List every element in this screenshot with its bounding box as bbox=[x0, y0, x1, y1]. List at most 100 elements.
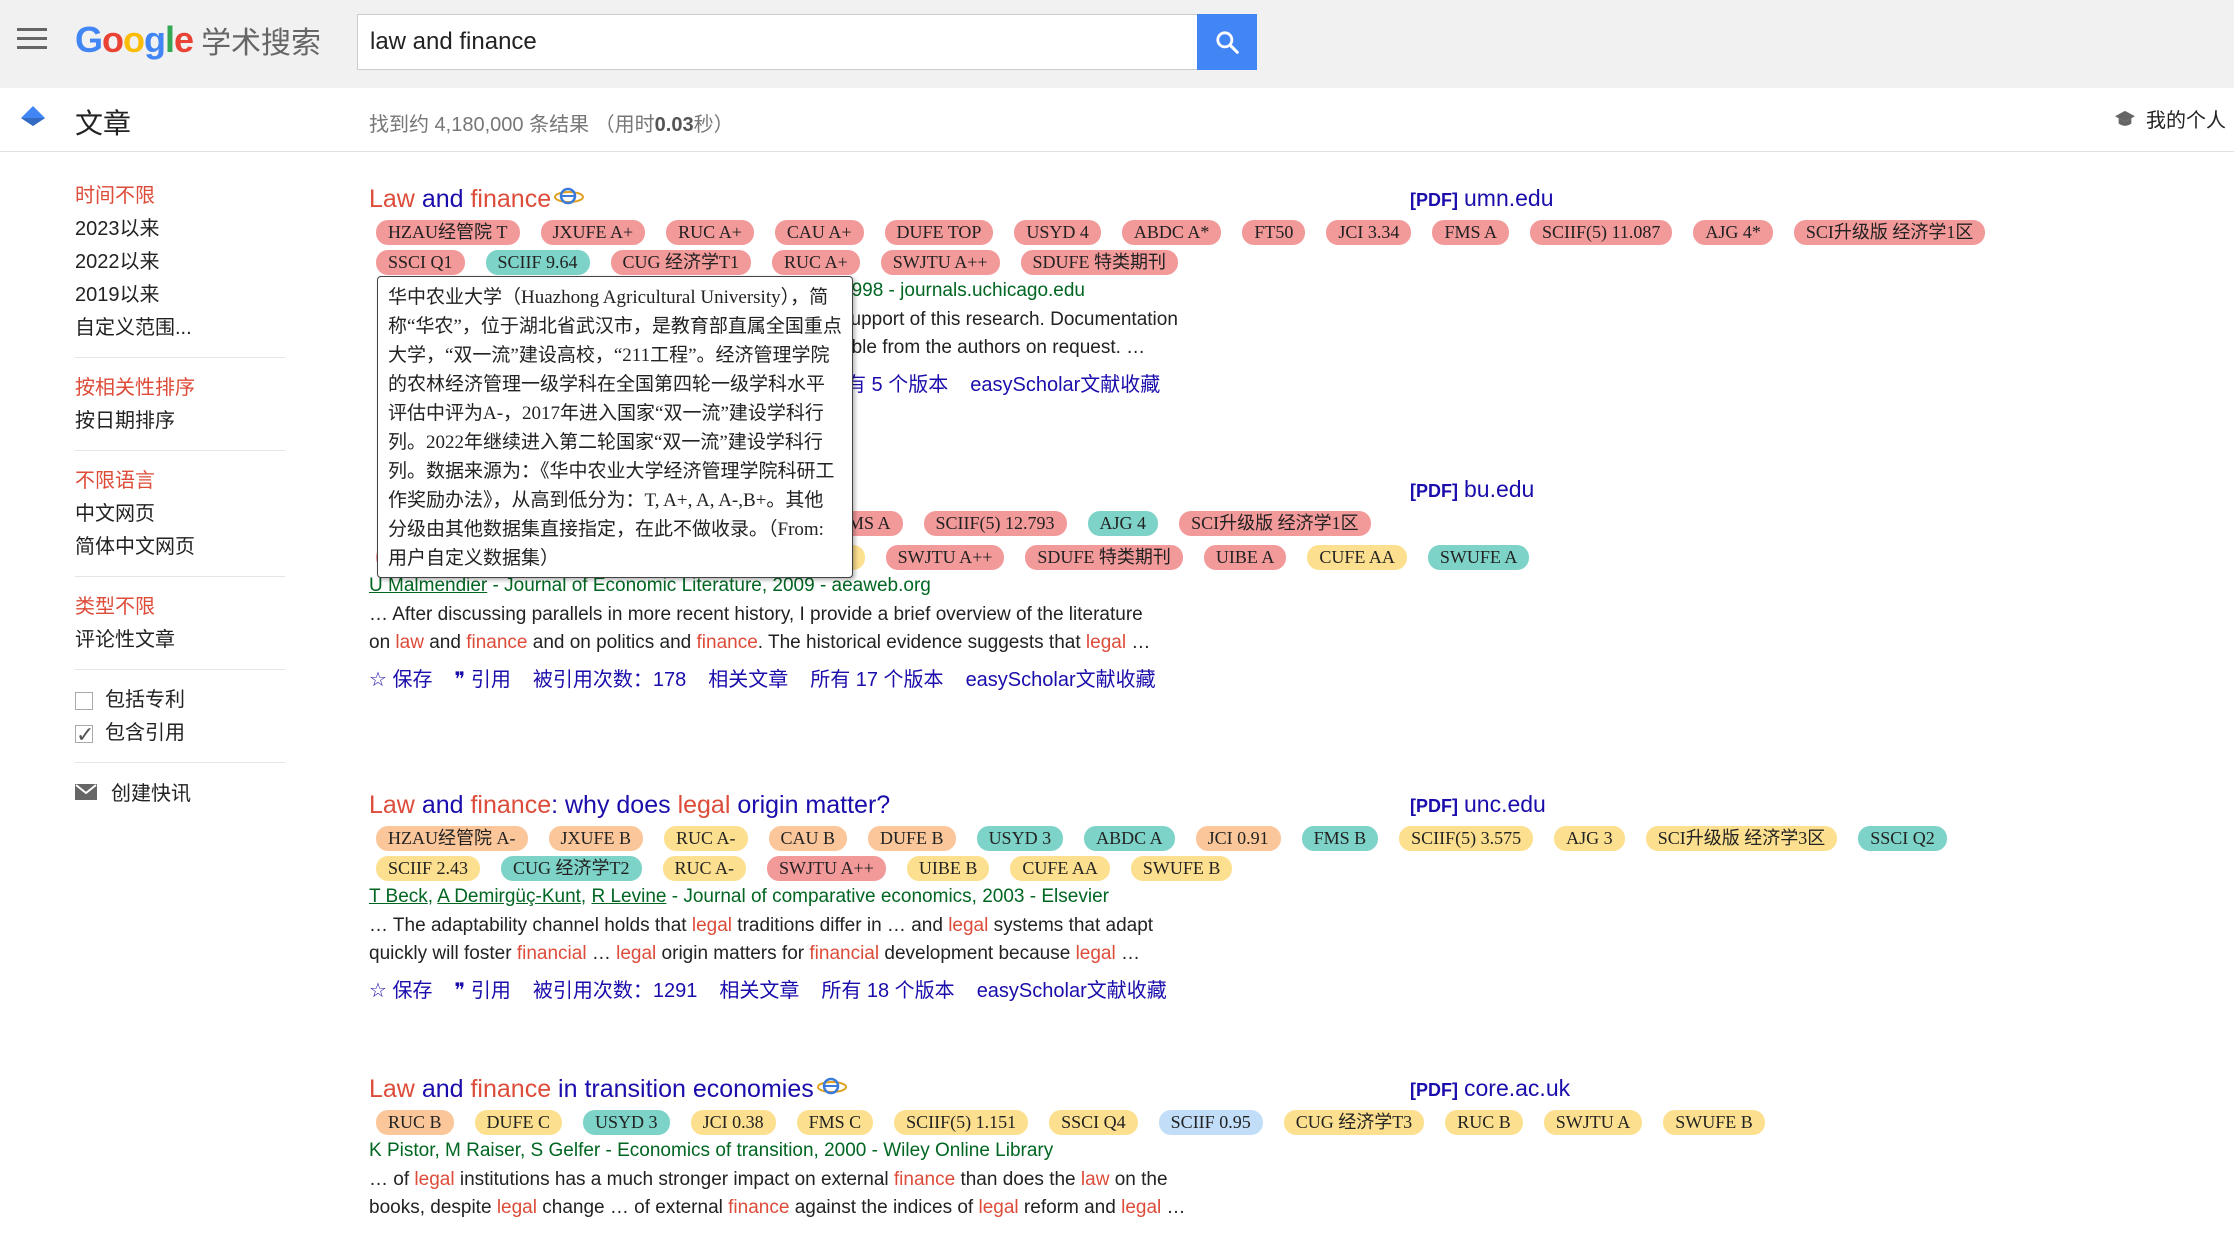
search-button[interactable] bbox=[1197, 14, 1257, 70]
ranking-tag[interactable]: USYD 4 bbox=[1014, 220, 1101, 245]
all-versions-link[interactable]: 所有 18 个版本 bbox=[821, 974, 954, 1003]
ranking-tag[interactable]: USYD 3 bbox=[976, 826, 1064, 851]
filter-any-time[interactable]: 时间不限 bbox=[75, 180, 285, 213]
ranking-tag[interactable]: SSCI Q2 bbox=[1858, 826, 1947, 851]
filter-custom-range[interactable]: 自定义范围... bbox=[75, 312, 285, 345]
ranking-tag[interactable]: RUC A+ bbox=[666, 220, 754, 245]
ranking-tag[interactable]: FMS A bbox=[1432, 220, 1509, 245]
filter-since-2019[interactable]: 2019以来 bbox=[75, 279, 285, 312]
ranking-tag[interactable]: RUC B bbox=[376, 1110, 454, 1135]
lang-simplified-chinese[interactable]: 简体中文网页 bbox=[75, 531, 285, 564]
ranking-tag[interactable]: SCI升级版 经济学1区 bbox=[1179, 511, 1371, 536]
ranking-tag[interactable]: JXUFE B bbox=[548, 826, 644, 851]
ranking-tag[interactable]: HZAU经管院 T bbox=[376, 220, 520, 245]
sort-by-relevance[interactable]: 按相关性排序 bbox=[75, 372, 285, 405]
easyscholar-collect-link[interactable]: easyScholar文献收藏 bbox=[970, 368, 1160, 397]
ranking-tag[interactable]: AJG 4* bbox=[1693, 220, 1773, 245]
ranking-tag[interactable]: CUG 经济学T2 bbox=[501, 856, 642, 881]
ranking-tag[interactable]: CUG 经济学T1 bbox=[610, 250, 752, 275]
ranking-tag[interactable]: JCI 0.38 bbox=[690, 1110, 776, 1135]
result-title-link[interactable]: Law and finance bbox=[369, 185, 2069, 214]
author-link[interactable]: A Demirgüç-Kunt bbox=[437, 886, 581, 907]
ranking-tag[interactable]: RUC A+ bbox=[772, 250, 860, 275]
ranking-tag[interactable]: RUC A- bbox=[662, 856, 747, 881]
cite-link[interactable]: ❞ 引用 bbox=[455, 663, 511, 692]
pdf-link[interactable]: [PDF] bu.edu bbox=[1410, 476, 1534, 503]
include-citations-checkbox[interactable]: 包含引用 bbox=[75, 717, 285, 751]
lang-any[interactable]: 不限语言 bbox=[75, 465, 285, 498]
ranking-tag[interactable]: CUFE AA bbox=[1010, 856, 1110, 881]
author-link[interactable]: U Malmendier bbox=[369, 575, 487, 596]
ranking-tag[interactable]: SCI升级版 经济学1区 bbox=[1793, 220, 1986, 245]
ranking-tag[interactable]: USYD 3 bbox=[583, 1110, 670, 1135]
filter-since-2023[interactable]: 2023以来 bbox=[75, 213, 285, 246]
type-review-articles[interactable]: 评论性文章 bbox=[75, 624, 285, 657]
sort-by-date[interactable]: 按日期排序 bbox=[75, 405, 285, 438]
ranking-tag[interactable]: RUC B bbox=[1445, 1110, 1523, 1135]
result-title-link[interactable]: Law and finance in transition economies bbox=[369, 1075, 2069, 1104]
cite-link[interactable]: ❞ 引用 bbox=[455, 974, 511, 1003]
ranking-tag[interactable]: SWUFE B bbox=[1663, 1110, 1765, 1135]
ranking-tag[interactable]: SSCI Q4 bbox=[1049, 1110, 1138, 1135]
author-link[interactable]: T Beck bbox=[369, 886, 428, 907]
pdf-link[interactable]: [PDF] unc.edu bbox=[1410, 791, 1546, 818]
ranking-tag[interactable]: RUC A- bbox=[664, 826, 748, 851]
ranking-tag[interactable]: CAU A+ bbox=[774, 220, 864, 245]
save-link[interactable]: ☆ 保存 bbox=[369, 974, 433, 1003]
ranking-tag[interactable]: SCIIF 0.95 bbox=[1158, 1110, 1263, 1135]
ranking-tag[interactable]: SDUFE 特类期刊 bbox=[1025, 545, 1183, 570]
cited-by-link[interactable]: 被引用次数：178 bbox=[533, 663, 686, 692]
my-profile-link[interactable]: 我的个人 bbox=[2114, 104, 2226, 133]
ranking-tag[interactable]: SWUFE B bbox=[1130, 856, 1233, 881]
ranking-tag[interactable]: JXUFE A+ bbox=[540, 220, 646, 245]
ranking-tag[interactable]: SWJTU A++ bbox=[880, 250, 1000, 275]
ranking-tag[interactable]: CUG 经济学T3 bbox=[1283, 1110, 1425, 1135]
ranking-tag[interactable]: FMS C bbox=[796, 1110, 874, 1135]
ranking-tag[interactable]: SWJTU A++ bbox=[767, 856, 886, 881]
lang-chinese-pages[interactable]: 中文网页 bbox=[75, 498, 285, 531]
ranking-tag[interactable]: SCIIF 9.64 bbox=[485, 250, 590, 275]
ranking-tag[interactable]: SCIIF(5) 12.793 bbox=[923, 511, 1067, 536]
ranking-tag[interactable]: JCI 0.91 bbox=[1195, 826, 1281, 851]
ranking-tag[interactable]: FMS B bbox=[1301, 826, 1379, 851]
ranking-tag[interactable]: JCI 3.34 bbox=[1326, 220, 1412, 245]
all-versions-link[interactable]: 所有 17 个版本 bbox=[810, 663, 943, 692]
checkbox-unchecked[interactable] bbox=[75, 691, 93, 710]
pdf-link[interactable]: [PDF] umn.edu bbox=[1410, 185, 1554, 212]
type-any[interactable]: 类型不限 bbox=[75, 591, 285, 624]
ranking-tag[interactable]: DUFE C bbox=[474, 1110, 563, 1135]
ranking-tag[interactable]: FT50 bbox=[1242, 220, 1306, 245]
cited-by-link[interactable]: 被引用次数：1291 bbox=[533, 974, 698, 1003]
filter-since-2022[interactable]: 2022以来 bbox=[75, 246, 285, 279]
ranking-tag[interactable]: DUFE TOP bbox=[884, 220, 994, 245]
ranking-tag[interactable]: UIBE A bbox=[1203, 545, 1287, 570]
ranking-tag[interactable]: SWUFE A bbox=[1427, 545, 1530, 570]
all-versions-link[interactable]: 有 5 个版本 bbox=[846, 368, 948, 397]
ranking-tag[interactable]: CUFE AA bbox=[1307, 545, 1407, 570]
search-box[interactable] bbox=[357, 14, 1198, 70]
checkbox-checked[interactable] bbox=[75, 718, 94, 751]
easyscholar-collect-link[interactable]: easyScholar文献收藏 bbox=[977, 974, 1167, 1003]
easyscholar-collect-link[interactable]: easyScholar文献收藏 bbox=[966, 663, 1156, 692]
ranking-tag[interactable]: AJG 3 bbox=[1554, 826, 1625, 851]
ranking-tag[interactable]: SSCI Q1 bbox=[376, 250, 465, 275]
author-link[interactable]: R Levine bbox=[591, 886, 666, 907]
ranking-tag[interactable]: HZAU经管院 A- bbox=[376, 826, 528, 851]
result-title-link[interactable]: Law and finance: why does legal origin m… bbox=[369, 791, 2069, 820]
ranking-tag[interactable]: SCIIF(5) 11.087 bbox=[1529, 220, 1673, 245]
ranking-tag[interactable]: SCIIF(5) 1.151 bbox=[894, 1110, 1029, 1135]
ranking-tag[interactable]: SCI升级版 经济学3区 bbox=[1645, 826, 1838, 851]
ranking-tag[interactable]: SCIIF(5) 3.575 bbox=[1399, 826, 1534, 851]
ranking-tag[interactable]: DUFE B bbox=[868, 826, 956, 851]
ranking-tag[interactable]: SWJTU A bbox=[1543, 1110, 1643, 1135]
create-alert-button[interactable]: 创建快讯 bbox=[75, 777, 285, 806]
ranking-tag[interactable]: SDUFE 特类期刊 bbox=[1020, 250, 1179, 275]
include-patents-checkbox[interactable]: 包括专利 bbox=[75, 684, 285, 717]
ranking-tag[interactable]: SWJTU A++ bbox=[885, 545, 1005, 570]
pdf-link[interactable]: [PDF] core.ac.uk bbox=[1410, 1075, 1570, 1102]
related-articles-link[interactable]: 相关文章 bbox=[719, 974, 799, 1003]
related-articles-link[interactable]: 相关文章 bbox=[708, 663, 788, 692]
ranking-tag[interactable]: ABDC A bbox=[1084, 826, 1175, 851]
ranking-tag[interactable]: SCIIF 2.43 bbox=[376, 856, 481, 881]
ranking-tag[interactable]: UIBE B bbox=[906, 856, 990, 881]
